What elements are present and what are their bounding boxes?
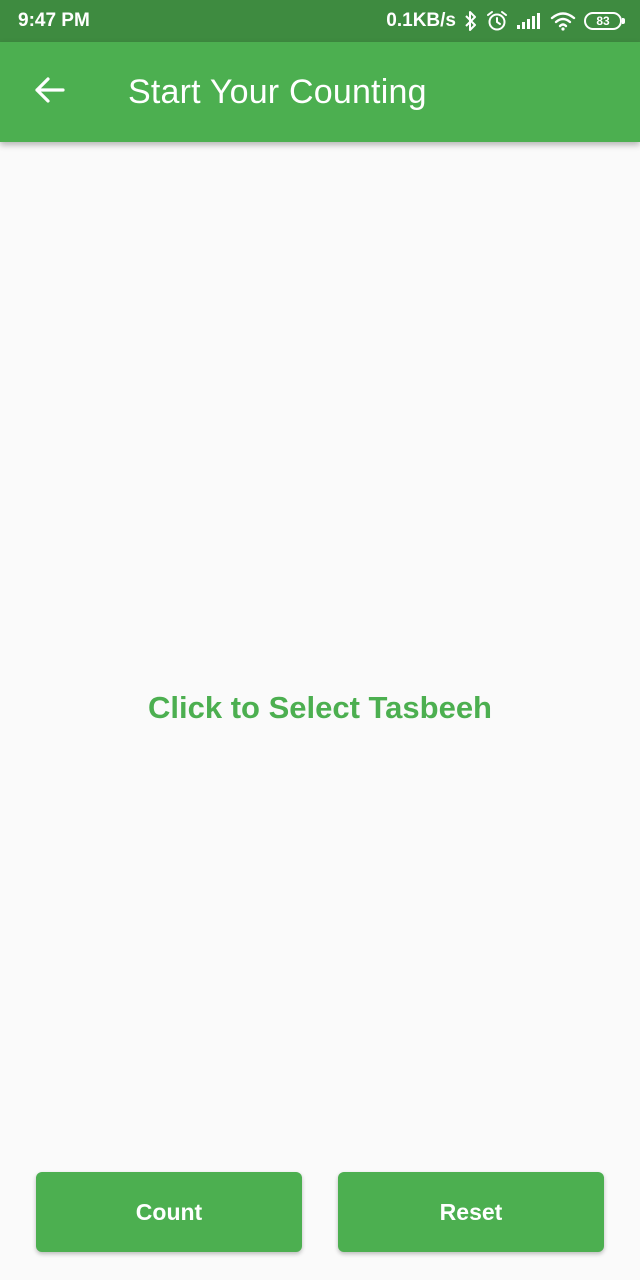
reset-button-label: Reset — [439, 1198, 503, 1225]
alarm-icon — [486, 10, 508, 32]
wifi-icon — [550, 11, 576, 31]
main-content: Click to Select Tasbeeh Count Reset — [0, 142, 640, 1280]
select-tasbeeh-link[interactable]: Click to Select Tasbeeh — [0, 690, 640, 726]
network-speed: 0.1KB/s — [386, 10, 456, 31]
battery-icon: 83 — [584, 12, 625, 30]
status-time: 9:47 PM — [18, 10, 90, 31]
status-icons: 0.1KB/s 83 — [386, 10, 625, 32]
battery-level: 83 — [596, 14, 610, 28]
status-bar: 9:47 PM 0.1KB/s 83 — [0, 0, 640, 42]
count-button-label: Count — [135, 1198, 203, 1225]
page-title: Start Your Counting — [128, 73, 427, 111]
signal-icon — [516, 12, 542, 30]
count-button[interactable]: Count — [36, 1172, 302, 1252]
bluetooth-icon — [464, 11, 478, 31]
reset-button[interactable]: Reset — [338, 1172, 604, 1252]
app-bar: Start Your Counting — [0, 42, 640, 142]
arrow-back-icon — [33, 76, 65, 109]
back-button[interactable] — [22, 68, 76, 116]
